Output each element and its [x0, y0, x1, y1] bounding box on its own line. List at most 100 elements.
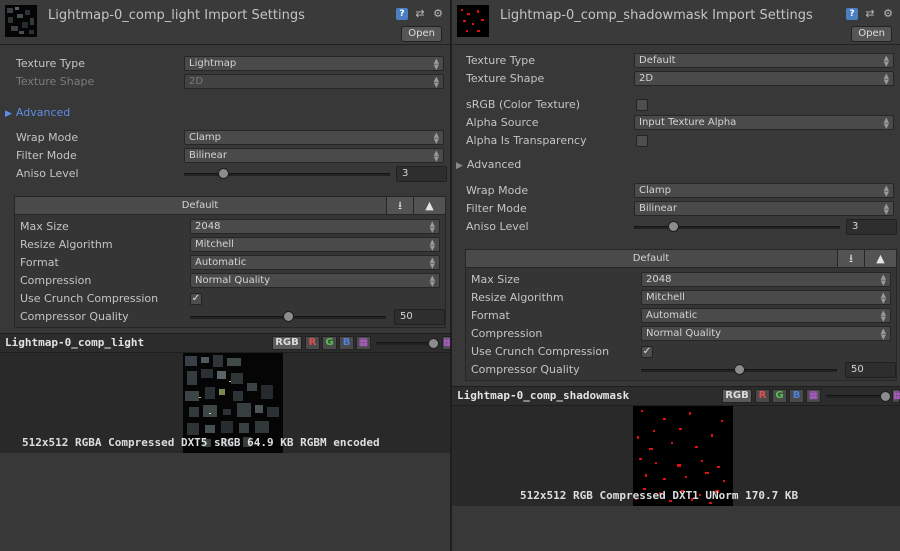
texture-thumbnail: [457, 5, 489, 37]
filter-mode-dropdown[interactable]: Bilinear ▲ ▼: [634, 201, 894, 216]
texture-type-dropdown[interactable]: Default ▲ ▼: [634, 53, 894, 68]
download-icon[interactable]: ⭳: [386, 197, 413, 214]
gear-icon[interactable]: ⚙: [882, 8, 894, 20]
rgb-channel-button[interactable]: RGB: [722, 389, 752, 403]
max-size-dropdown[interactable]: 2048 ▲ ▼: [190, 219, 440, 234]
compressor-quality-row: Compressor Quality 50: [20, 309, 445, 327]
texture-shape-row: Texture Shape 2D ▲ ▼: [466, 71, 896, 89]
alpha-transparency-label: Alpha Is Transparency: [466, 134, 587, 147]
format-row: Format Automatic ▲ ▼: [471, 308, 891, 326]
compression-dropdown[interactable]: Normal Quality ▲ ▼: [190, 273, 440, 288]
preset-icon[interactable]: ⇄: [414, 8, 426, 20]
wrap-mode-dropdown[interactable]: Clamp ▲ ▼: [634, 183, 894, 198]
aniso-slider-track[interactable]: [184, 173, 390, 176]
filter-mode-dropdown[interactable]: Bilinear ▲ ▼: [184, 148, 444, 163]
compression-label: Compression: [471, 327, 543, 340]
texture-shape-dropdown: 2D ▲ ▼: [184, 74, 444, 89]
texture-type-value: Lightmap: [189, 58, 237, 69]
tab-default-platform[interactable]: Default: [15, 197, 385, 214]
advanced-label: Advanced: [466, 158, 522, 171]
android-icon[interactable]: ▲: [864, 250, 896, 267]
wrap-mode-dropdown[interactable]: Clamp ▲ ▼: [184, 130, 444, 145]
format-value: Automatic: [195, 257, 247, 268]
preset-icon[interactable]: ⇄: [864, 8, 876, 20]
compressor-quality-row: Compressor Quality 50: [471, 362, 896, 380]
green-channel-button[interactable]: G: [772, 389, 787, 403]
texture-shape-label: Texture Shape: [466, 72, 545, 85]
aniso-level-field[interactable]: 3: [846, 219, 897, 235]
filter-mode-value: Bilinear: [639, 203, 677, 214]
texture-shape-dropdown[interactable]: 2D ▲ ▼: [634, 71, 894, 86]
wrap-mode-label: Wrap Mode: [16, 131, 79, 144]
compressor-quality-field[interactable]: 50: [845, 362, 896, 378]
quality-slider-thumb[interactable]: [283, 311, 294, 322]
texture-type-label: Texture Type: [16, 57, 86, 70]
download-icon[interactable]: ⭳: [837, 250, 864, 267]
tab-default-platform[interactable]: Default: [466, 250, 836, 267]
gear-icon[interactable]: ⚙: [432, 8, 444, 20]
platform-settings-box: Default ⭳ ▲ Max Size 2048 ▲ ▼ Resize Algo…: [14, 196, 446, 328]
mip-icon[interactable]: ▦: [892, 389, 900, 403]
texture-type-row: Texture Type Default ▲ ▼: [466, 53, 896, 71]
aniso-level-field[interactable]: 3: [396, 166, 447, 182]
dropdown-arrows-icon: ▲ ▼: [883, 202, 889, 216]
max-size-dropdown[interactable]: 2048 ▲ ▼: [641, 272, 891, 287]
aniso-level-label: Aniso Level: [16, 167, 79, 180]
inspector-title: Lightmap-0_comp_shadowmask Import Settin…: [500, 8, 813, 23]
filter-mode-row: Filter Mode Bilinear ▲ ▼: [466, 201, 896, 219]
blue-channel-button[interactable]: B: [789, 389, 804, 403]
help-icon[interactable]: ?: [846, 8, 858, 20]
compression-value: Normal Quality: [646, 328, 722, 339]
crunch-compression-checkbox[interactable]: ✓: [641, 346, 653, 358]
aniso-slider-track[interactable]: [634, 226, 840, 229]
crunch-compression-checkbox[interactable]: ✓: [190, 293, 202, 305]
green-channel-button[interactable]: G: [322, 336, 337, 350]
mip-slider-thumb[interactable]: [428, 338, 439, 349]
resize-algorithm-dropdown[interactable]: Mitchell ▲ ▼: [190, 237, 440, 252]
platform-settings-box: Default ⭳ ▲ Max Size 2048 ▲ ▼ Resize Algo…: [465, 249, 897, 381]
dropdown-arrows-icon: ▲ ▼: [883, 72, 889, 86]
texture-type-dropdown[interactable]: Lightmap ▲ ▼: [184, 56, 444, 71]
red-channel-button[interactable]: R: [755, 389, 770, 403]
format-dropdown[interactable]: Automatic ▲ ▼: [641, 308, 891, 323]
alpha-transparency-checkbox[interactable]: [636, 135, 648, 147]
texture-type-value: Default: [639, 55, 676, 66]
alpha-checker-icon[interactable]: ▦: [806, 389, 821, 403]
alpha-checker-icon[interactable]: ▦: [356, 336, 371, 350]
advanced-foldout[interactable]: ▶ Advanced: [456, 158, 521, 171]
inspector-header: Lightmap-0_comp_shadowmask Import Settin…: [452, 0, 900, 45]
resize-algorithm-label: Resize Algorithm: [471, 291, 564, 304]
alpha-source-dropdown[interactable]: Input Texture Alpha ▲ ▼: [634, 115, 894, 130]
format-row: Format Automatic ▲ ▼: [20, 255, 440, 273]
android-icon[interactable]: ▲: [413, 197, 445, 214]
mip-slider-thumb[interactable]: [880, 391, 891, 402]
quality-slider-thumb[interactable]: [734, 364, 745, 375]
advanced-foldout[interactable]: ▶ Advanced: [5, 106, 70, 119]
dropdown-arrows-icon: ▲ ▼: [880, 291, 886, 305]
open-button[interactable]: Open: [401, 26, 442, 42]
texture-thumbnail: [5, 5, 37, 37]
aniso-slider-thumb[interactable]: [668, 221, 680, 232]
mip-slider-track[interactable]: [376, 342, 434, 345]
red-channel-button[interactable]: R: [305, 336, 320, 350]
aniso-slider-thumb[interactable]: [218, 168, 230, 179]
open-button[interactable]: Open: [851, 26, 892, 42]
blue-channel-button[interactable]: B: [339, 336, 354, 350]
help-icon[interactable]: ?: [396, 8, 408, 20]
filter-mode-label: Filter Mode: [466, 202, 527, 215]
srgb-checkbox[interactable]: [636, 99, 648, 111]
preview-texture-name: Lightmap-0_comp_light: [5, 336, 145, 349]
alpha-source-row: Alpha Source Input Texture Alpha ▲ ▼: [466, 115, 896, 133]
compression-dropdown[interactable]: Normal Quality ▲ ▼: [641, 326, 891, 341]
resize-algorithm-dropdown[interactable]: Mitchell ▲ ▼: [641, 290, 891, 305]
filter-mode-row: Filter Mode Bilinear ▲ ▼: [16, 148, 446, 166]
mip-slider-track[interactable]: [826, 395, 886, 398]
left-import-settings-panel: Lightmap-0_comp_light Import Settings ? …: [0, 0, 452, 551]
compressor-quality-field[interactable]: 50: [394, 309, 445, 325]
rgb-channel-button[interactable]: RGB: [272, 336, 302, 350]
texture-preview-area: 512x512 RGB Compressed DXT1 UNorm 170.7 …: [452, 406, 900, 506]
inspector-header: Lightmap-0_comp_light Import Settings ? …: [0, 0, 450, 45]
dropdown-arrows-icon: ▲ ▼: [883, 116, 889, 130]
texture-info-label: 512x512 RGBA Compressed DXT5 sRGB 64.9 K…: [22, 436, 380, 449]
format-dropdown[interactable]: Automatic ▲ ▼: [190, 255, 440, 270]
